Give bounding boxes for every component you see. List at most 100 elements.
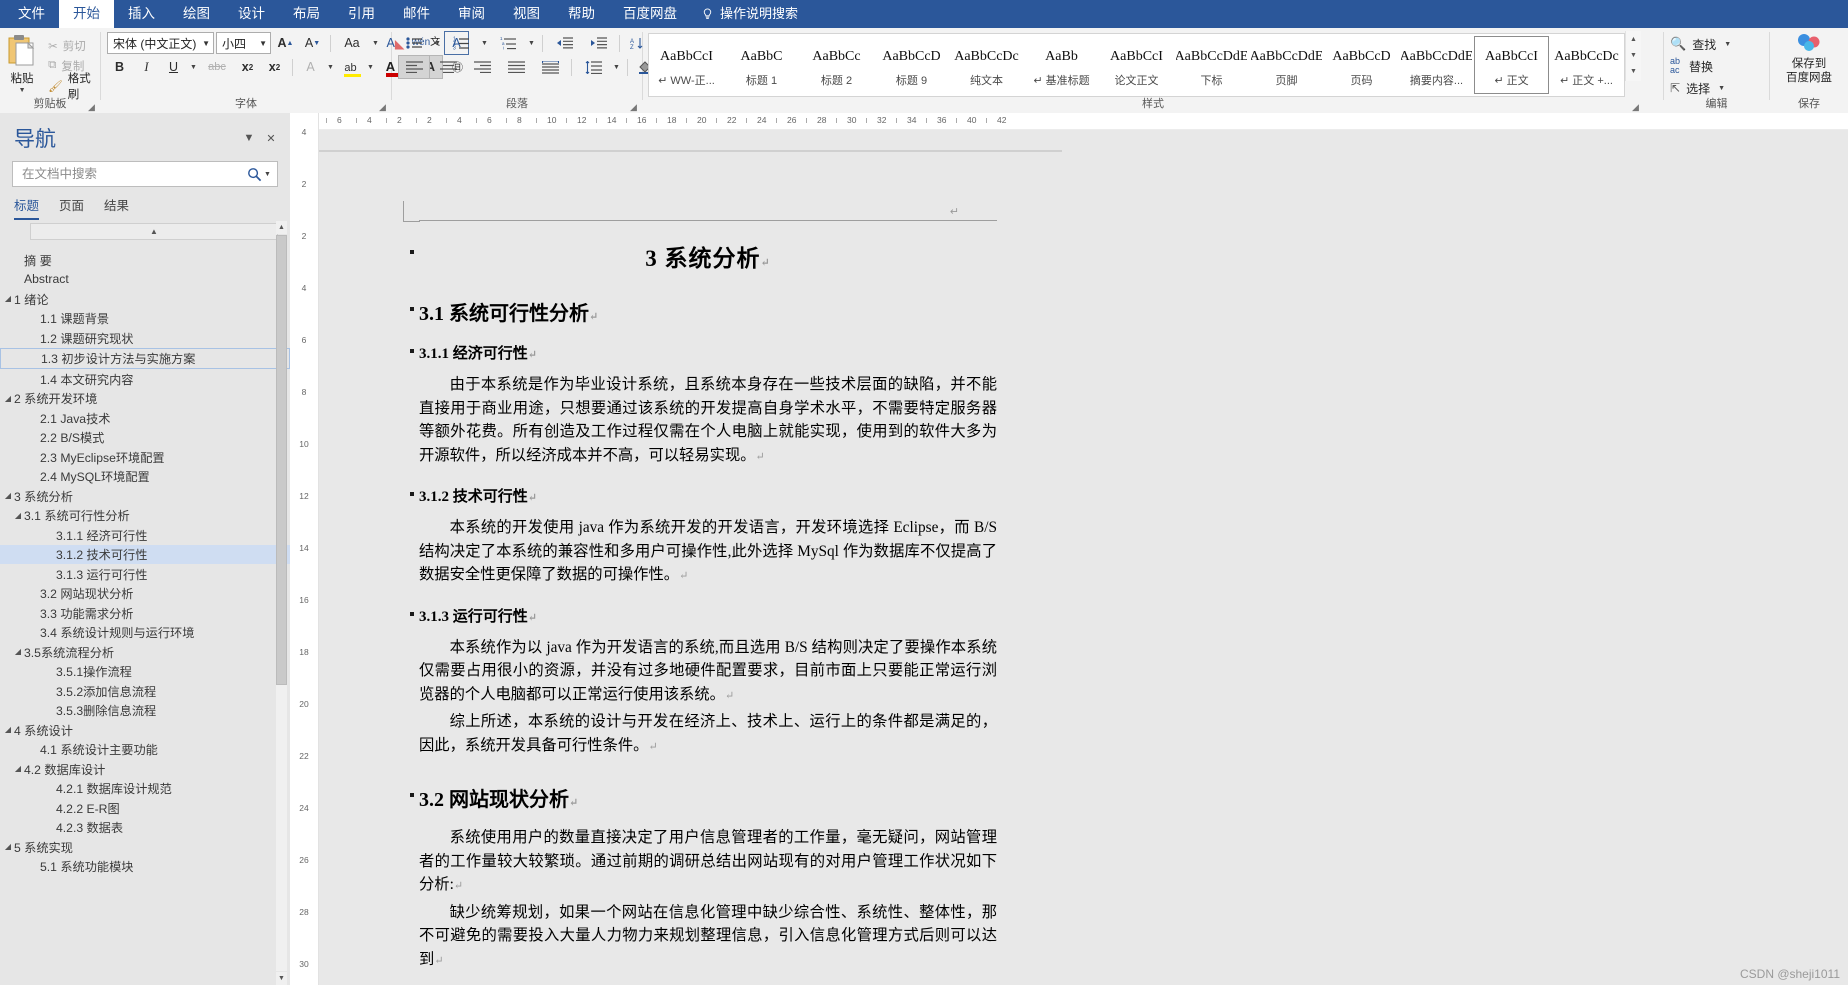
nav-item-21[interactable]: 3.5.1操作流程 bbox=[0, 662, 290, 682]
multilevel-list-button[interactable]: 1ai bbox=[492, 31, 524, 55]
nav-item-11[interactable]: 2.4 MySQL环境配置 bbox=[0, 467, 290, 487]
underline-caret[interactable]: ▼ bbox=[188, 64, 199, 71]
nav-item-3[interactable]: 1.1 课题背景 bbox=[0, 309, 290, 329]
text-effects-button[interactable]: A bbox=[298, 55, 323, 79]
style-item-6[interactable]: AaBbCcI 论文正文 bbox=[1099, 36, 1174, 94]
nav-item-2[interactable]: ◢ 1 绪论 bbox=[0, 289, 290, 309]
change-case-caret[interactable]: ▼ bbox=[370, 40, 381, 47]
collapse-triangle-icon[interactable]: ◢ bbox=[12, 647, 24, 656]
style-item-12[interactable]: AaBbCcDc ↵ 正文 +... bbox=[1549, 36, 1624, 94]
collapse-triangle-icon[interactable]: ◢ bbox=[2, 294, 14, 303]
style-item-8[interactable]: AaBbCcDdE 页脚 bbox=[1249, 36, 1324, 94]
doc-heading3-3[interactable]: 3.1.2 技术可行性↵ bbox=[410, 485, 997, 506]
doc-paragraph-4[interactable]: 本系统的开发使用 java 作为系统开发的开发语言，开发环境选择 Eclipse… bbox=[419, 516, 997, 589]
nav-scroll-down-icon[interactable]: ▼ bbox=[276, 972, 287, 985]
collapse-triangle-icon[interactable]: ◢ bbox=[2, 394, 14, 403]
nav-item-8[interactable]: 2.1 Java技术 bbox=[0, 408, 290, 428]
navigation-close-icon[interactable]: ✕ bbox=[260, 132, 282, 145]
grow-font-button[interactable]: A ▲ bbox=[273, 31, 298, 55]
distribute-button[interactable] bbox=[534, 55, 566, 79]
line-spacing-caret[interactable]: ▼ bbox=[611, 64, 622, 71]
multilevel-caret[interactable]: ▼ bbox=[526, 40, 537, 47]
style-item-11[interactable]: AaBbCcI ↵ 正文 bbox=[1474, 36, 1549, 94]
doc-heading3-1[interactable]: 3.1.1 经济可行性↵ bbox=[410, 342, 997, 363]
nav-item-4[interactable]: 1.2 课题研究现状 bbox=[0, 328, 290, 348]
nav-item-6[interactable]: 1.4 本文研究内容 bbox=[0, 369, 290, 389]
nav-tab-2[interactable]: 结果 bbox=[104, 195, 129, 220]
style-item-7[interactable]: AaBbCcDdE 下标 bbox=[1174, 36, 1249, 94]
clipboard-dialog-launcher[interactable]: ◢ bbox=[88, 103, 97, 112]
ribbon-tab-8[interactable]: 审阅 bbox=[444, 0, 499, 28]
doc-heading2-8[interactable]: 3.2 网站现状分析↵ bbox=[410, 783, 997, 812]
ribbon-tab-4[interactable]: 设计 bbox=[224, 0, 279, 28]
collapse-triangle-icon[interactable]: ◢ bbox=[2, 725, 14, 734]
collapse-triangle-icon[interactable]: ◢ bbox=[2, 491, 14, 500]
nav-item-24[interactable]: ◢ 4 系统设计 bbox=[0, 720, 290, 740]
paste-button[interactable]: 粘贴 ▼ bbox=[0, 31, 44, 94]
nav-item-27[interactable]: 4.2.1 数据库设计规范 bbox=[0, 779, 290, 799]
styles-scroll-up-icon[interactable]: ▲ bbox=[1630, 32, 1637, 48]
align-center-button[interactable] bbox=[432, 55, 464, 79]
ribbon-tab-0[interactable]: 文件 bbox=[4, 0, 59, 28]
ribbon-tab-6[interactable]: 引用 bbox=[334, 0, 389, 28]
nav-item-15[interactable]: 3.1.2 技术可行性 bbox=[0, 544, 290, 564]
underline-button[interactable]: U bbox=[161, 55, 186, 79]
nav-scroll-up-icon[interactable]: ▲ bbox=[276, 221, 287, 234]
collapse-triangle-icon[interactable]: ◢ bbox=[12, 511, 24, 520]
nav-item-7[interactable]: ◢ 2 系统开发环境 bbox=[0, 389, 290, 409]
style-item-3[interactable]: AaBbCcD 标题 9 bbox=[874, 36, 949, 94]
styles-gallery-scrollbar[interactable]: ▲ ▼ ▼ bbox=[1625, 31, 1641, 81]
numbering-caret[interactable]: ▼ bbox=[479, 40, 490, 47]
doc-paragraph-6[interactable]: 本系统作为以 java 作为开发语言的系统,而且选用 B/S 结构则决定了要操作… bbox=[419, 636, 997, 709]
nav-item-17[interactable]: 3.2 网站现状分析 bbox=[0, 584, 290, 604]
collapse-triangle-icon[interactable]: ◢ bbox=[12, 764, 24, 773]
font-name-combo[interactable]: 宋体 (中文正文) ▼ bbox=[107, 32, 214, 54]
strikethrough-button[interactable]: abc bbox=[201, 55, 233, 79]
nav-item-20[interactable]: ◢ 3.5系统流程分析 bbox=[0, 642, 290, 662]
doc-paragraph-9[interactable]: 系统使用用户的数量直接决定了用户信息管理者的工作量，毫无疑问，网站管理者的工作量… bbox=[419, 826, 997, 899]
nav-item-13[interactable]: ◢ 3.1 系统可行性分析 bbox=[0, 506, 290, 526]
doc-paragraph-7[interactable]: 综上所述，本系统的设计与开发在经济上、技术上、运行上的条件都是满足的，因此，系统… bbox=[419, 710, 997, 759]
format-painter-button[interactable]: 🖌 格式刷 bbox=[48, 73, 100, 101]
ribbon-tab-5[interactable]: 布局 bbox=[279, 0, 334, 28]
nav-item-23[interactable]: 3.5.3删除信息流程 bbox=[0, 701, 290, 721]
nav-item-9[interactable]: 2.2 B/S模式 bbox=[0, 428, 290, 448]
search-options-caret-icon[interactable]: ▼ bbox=[262, 171, 273, 178]
nav-item-14[interactable]: 3.1.1 经济可行性 bbox=[0, 525, 290, 545]
nav-tab-0[interactable]: 标题 bbox=[14, 195, 40, 220]
styles-gallery[interactable]: AaBbCcI ↵ WW-正... AaBbC 标题 1 AaBbCc 标题 2 AaBbC… bbox=[648, 33, 1625, 97]
nav-item-10[interactable]: 2.3 MyEclipse环境配置 bbox=[0, 447, 290, 467]
doc-heading3-5[interactable]: 3.1.3 运行可行性↵ bbox=[410, 605, 997, 626]
navigation-options-caret-icon[interactable]: ▼ bbox=[238, 132, 260, 144]
nav-item-25[interactable]: 4.1 系统设计主要功能 bbox=[0, 740, 290, 760]
nav-item-19[interactable]: 3.4 系统设计规则与运行环境 bbox=[0, 623, 290, 643]
highlight-caret[interactable]: ▼ bbox=[365, 64, 376, 71]
font-size-combo[interactable]: 小四 ▼ bbox=[216, 32, 271, 54]
doc-heading2-0[interactable]: 3.1 系统可行性分析↵ bbox=[410, 297, 997, 326]
superscript-button[interactable]: x2 bbox=[262, 55, 287, 79]
align-right-button[interactable] bbox=[466, 55, 498, 79]
ribbon-tab-2[interactable]: 插入 bbox=[114, 0, 169, 28]
nav-item-12[interactable]: ◢ 3 系统分析 bbox=[0, 486, 290, 506]
nav-item-5[interactable]: 1.3 初步设计方法与实施方案 bbox=[0, 347, 290, 369]
nav-scroll-thumb[interactable] bbox=[276, 235, 287, 685]
text-effects-caret[interactable]: ▼ bbox=[325, 64, 336, 71]
nav-item-0[interactable]: 摘 要 bbox=[0, 250, 290, 270]
style-item-1[interactable]: AaBbC 标题 1 bbox=[724, 36, 799, 94]
style-item-9[interactable]: AaBbCcD 页码 bbox=[1324, 36, 1399, 94]
increase-indent-button[interactable] bbox=[582, 31, 614, 55]
bullets-button[interactable] bbox=[398, 31, 430, 55]
justify-button[interactable] bbox=[500, 55, 532, 79]
style-item-0[interactable]: AaBbCcI ↵ WW-正... bbox=[649, 36, 724, 94]
nav-item-26[interactable]: ◢ 4.2 数据库设计 bbox=[0, 759, 290, 779]
page-scroll-region[interactable]: ↵ 3 系统分析↵ 3.1 系统可行性分析↵ 3.1.1 经济可行性↵ 由于本系统是… bbox=[319, 129, 1848, 985]
style-item-2[interactable]: AaBbCc 标题 2 bbox=[799, 36, 874, 94]
change-case-button[interactable]: Aa bbox=[336, 31, 368, 55]
search-icon[interactable] bbox=[247, 167, 262, 182]
ribbon-tab-3[interactable]: 绘图 bbox=[169, 0, 224, 28]
ribbon-tab-10[interactable]: 帮助 bbox=[554, 0, 609, 28]
line-spacing-button[interactable] bbox=[577, 55, 609, 79]
align-left-button[interactable] bbox=[398, 55, 430, 79]
ribbon-tab-1[interactable]: 开始 bbox=[59, 0, 114, 28]
document-body[interactable]: 3.1 系统可行性分析↵ 3.1.1 经济可行性↵ 由于本系统是作为毕业设计系统，且… bbox=[410, 297, 997, 973]
